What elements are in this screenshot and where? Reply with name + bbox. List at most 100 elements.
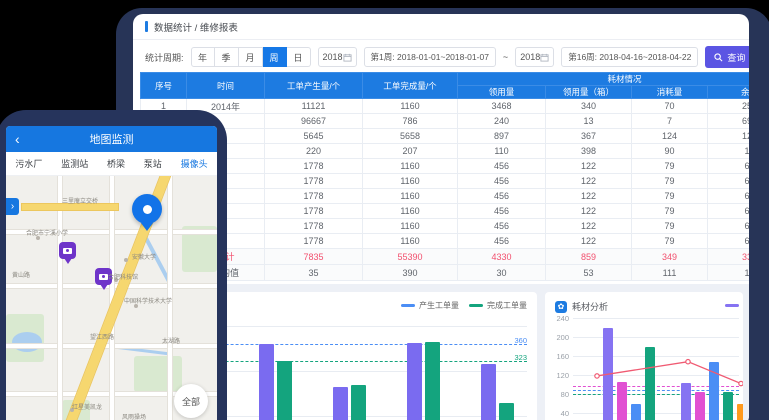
- table-cell: 111: [632, 265, 708, 281]
- map-expand-button[interactable]: ›: [6, 198, 19, 215]
- table-cell: 456: [458, 204, 546, 219]
- calendar-icon: [540, 53, 549, 62]
- week-start-input[interactable]: 第1周: 2018-01-01~2018-01-07: [364, 47, 496, 67]
- breadcrumb: 数据统计 / 维修报表: [133, 14, 749, 40]
- year-start-select[interactable]: 2018: [318, 47, 357, 67]
- table-cell: 1778: [265, 204, 363, 219]
- table-cell: 897: [458, 129, 546, 144]
- table-cell: 7: [632, 114, 708, 129]
- week-end-value: 第16周: 2018-04-16~2018-04-22: [568, 51, 691, 63]
- filter-label: 统计周期:: [145, 51, 184, 64]
- map-label: 合肥科技馆: [108, 272, 138, 281]
- y-axis-tick: 160: [549, 352, 569, 361]
- col-header-consumables-group: 耗材情况: [458, 73, 750, 86]
- table-cell: 122: [546, 204, 632, 219]
- period-segment-周[interactable]: 周: [263, 47, 287, 67]
- consumables-plot: 2402001601208040: [573, 318, 739, 420]
- table-cell: 67: [708, 219, 750, 234]
- table-row: 5177811604561227967: [141, 159, 750, 174]
- phone-tab-bar: 污水厂 监测站 桥梁 泵站 摄像头: [6, 152, 217, 176]
- legend-swatch-completed: [469, 304, 483, 307]
- table-cell: 1160: [363, 174, 458, 189]
- week-end-input[interactable]: 第16周: 2018-04-16~2018-04-22: [561, 47, 698, 67]
- col-header-created: 工单产生量/个: [265, 73, 363, 99]
- map-label: 望江西路: [90, 332, 114, 341]
- chart-legend: 产生工单量 完成工单量: [401, 300, 527, 311]
- map-label: 太湖路: [162, 336, 180, 345]
- filter-bar: 统计周期: 年季月周日 2018 第1周: 2018-01-01~2018-01…: [133, 40, 749, 74]
- period-segment-年[interactable]: 年: [191, 47, 215, 67]
- chart-card-header: ✿ 耗材分析: [555, 300, 608, 313]
- map-label: 三里庵立交桥: [62, 196, 98, 205]
- table-cell: 129: [708, 129, 750, 144]
- phone-tab-监测站[interactable]: 监测站: [61, 157, 88, 170]
- y-axis-tick: 80: [549, 390, 569, 399]
- page: 数据统计 / 维修报表 统计周期: 年季月周日 2018 第1周: 2018-0…: [0, 0, 769, 420]
- table-cell: 11121: [265, 99, 363, 114]
- table-cell: 79: [632, 234, 708, 249]
- phone-screen: ‹ 地图监测 污水厂 监测站 桥梁 泵站 摄像头: [6, 126, 217, 420]
- table-cell: 96667: [265, 114, 363, 129]
- y-axis-tick: 40: [549, 409, 569, 418]
- legend-swatch-truncated: [725, 304, 739, 307]
- table-cell: 456: [458, 234, 546, 249]
- table-cell: 367: [546, 129, 632, 144]
- table-cell: 79: [632, 219, 708, 234]
- table-row: 12014年111211160346834070250: [141, 99, 750, 114]
- query-button[interactable]: 查询: [705, 46, 749, 68]
- table-cell: 110: [458, 144, 546, 159]
- table-cell: 1160: [363, 219, 458, 234]
- legend-swatch-created: [401, 304, 415, 307]
- map-label: 中国科学技术大学: [124, 296, 172, 305]
- back-icon[interactable]: ‹: [15, 132, 20, 146]
- camera-glyph: [63, 248, 72, 254]
- table-cell: 1160: [363, 99, 458, 114]
- phone-tab-桥梁[interactable]: 桥梁: [107, 157, 125, 170]
- col-header-sub2: 领用量（箱）: [546, 86, 632, 99]
- table-cell: 330: [708, 249, 750, 265]
- map-view[interactable]: › 全部 合肥市宁溪小学三里庵立交桥安徽大学合肥科技馆中国科学技术大学黄山路望江…: [6, 176, 217, 420]
- gear-icon: ✿: [555, 301, 567, 313]
- breadcrumb-tick: [145, 21, 148, 32]
- period-segment-季[interactable]: 季: [215, 47, 239, 67]
- show-all-button[interactable]: 全部: [174, 384, 208, 418]
- table-cell: 122: [546, 159, 632, 174]
- table-cell: 4330: [458, 249, 546, 265]
- table-cell: 67: [708, 174, 750, 189]
- year-end-select[interactable]: 2018: [515, 47, 554, 67]
- table-cell: 122: [546, 219, 632, 234]
- table-cell: 1160: [363, 234, 458, 249]
- period-segmented-control: 年季月周日: [191, 47, 311, 67]
- selected-camera-pin[interactable]: [132, 194, 162, 224]
- table-row: 8177811604561227967: [141, 204, 750, 219]
- phone-tab-泵站[interactable]: 泵站: [144, 157, 162, 170]
- table-cell: 122: [546, 189, 632, 204]
- table-cell: 456: [458, 219, 546, 234]
- period-segment-月[interactable]: 月: [239, 47, 263, 67]
- y-axis-tick: 200: [549, 333, 569, 342]
- bar: [277, 361, 292, 420]
- legend-label-created: 产生工单量: [419, 300, 459, 311]
- phone-mockup: ‹ 地图监测 污水厂 监测站 桥梁 泵站 摄像头: [0, 110, 227, 420]
- table-cell: 250: [708, 99, 750, 114]
- reference-line-label: 323: [514, 353, 527, 362]
- table-cell: 1160: [363, 204, 458, 219]
- bar: [499, 403, 514, 420]
- breadcrumb-text: 数据统计 / 维修报表: [154, 20, 238, 34]
- table-cell: 3468: [458, 99, 546, 114]
- table-row: 10177811604561227967: [141, 234, 750, 249]
- table-cell: 456: [458, 189, 546, 204]
- phone-page-title: 地图监测: [6, 131, 217, 147]
- col-header-no: 序号: [141, 73, 187, 99]
- table-cell: 1778: [265, 174, 363, 189]
- table-cell: 14: [708, 265, 750, 281]
- map-label: 黄山路: [12, 270, 30, 279]
- period-segment-日[interactable]: 日: [287, 47, 311, 67]
- table-cell: 786: [363, 114, 458, 129]
- table-cell: 5645: [265, 129, 363, 144]
- phone-tab-摄像头[interactable]: 摄像头: [181, 157, 208, 170]
- legend-label-completed: 完成工单量: [487, 300, 527, 311]
- phone-tab-污水厂[interactable]: 污水厂: [15, 157, 42, 170]
- camera-marker-icon[interactable]: [59, 242, 76, 259]
- table-cell: 690: [708, 114, 750, 129]
